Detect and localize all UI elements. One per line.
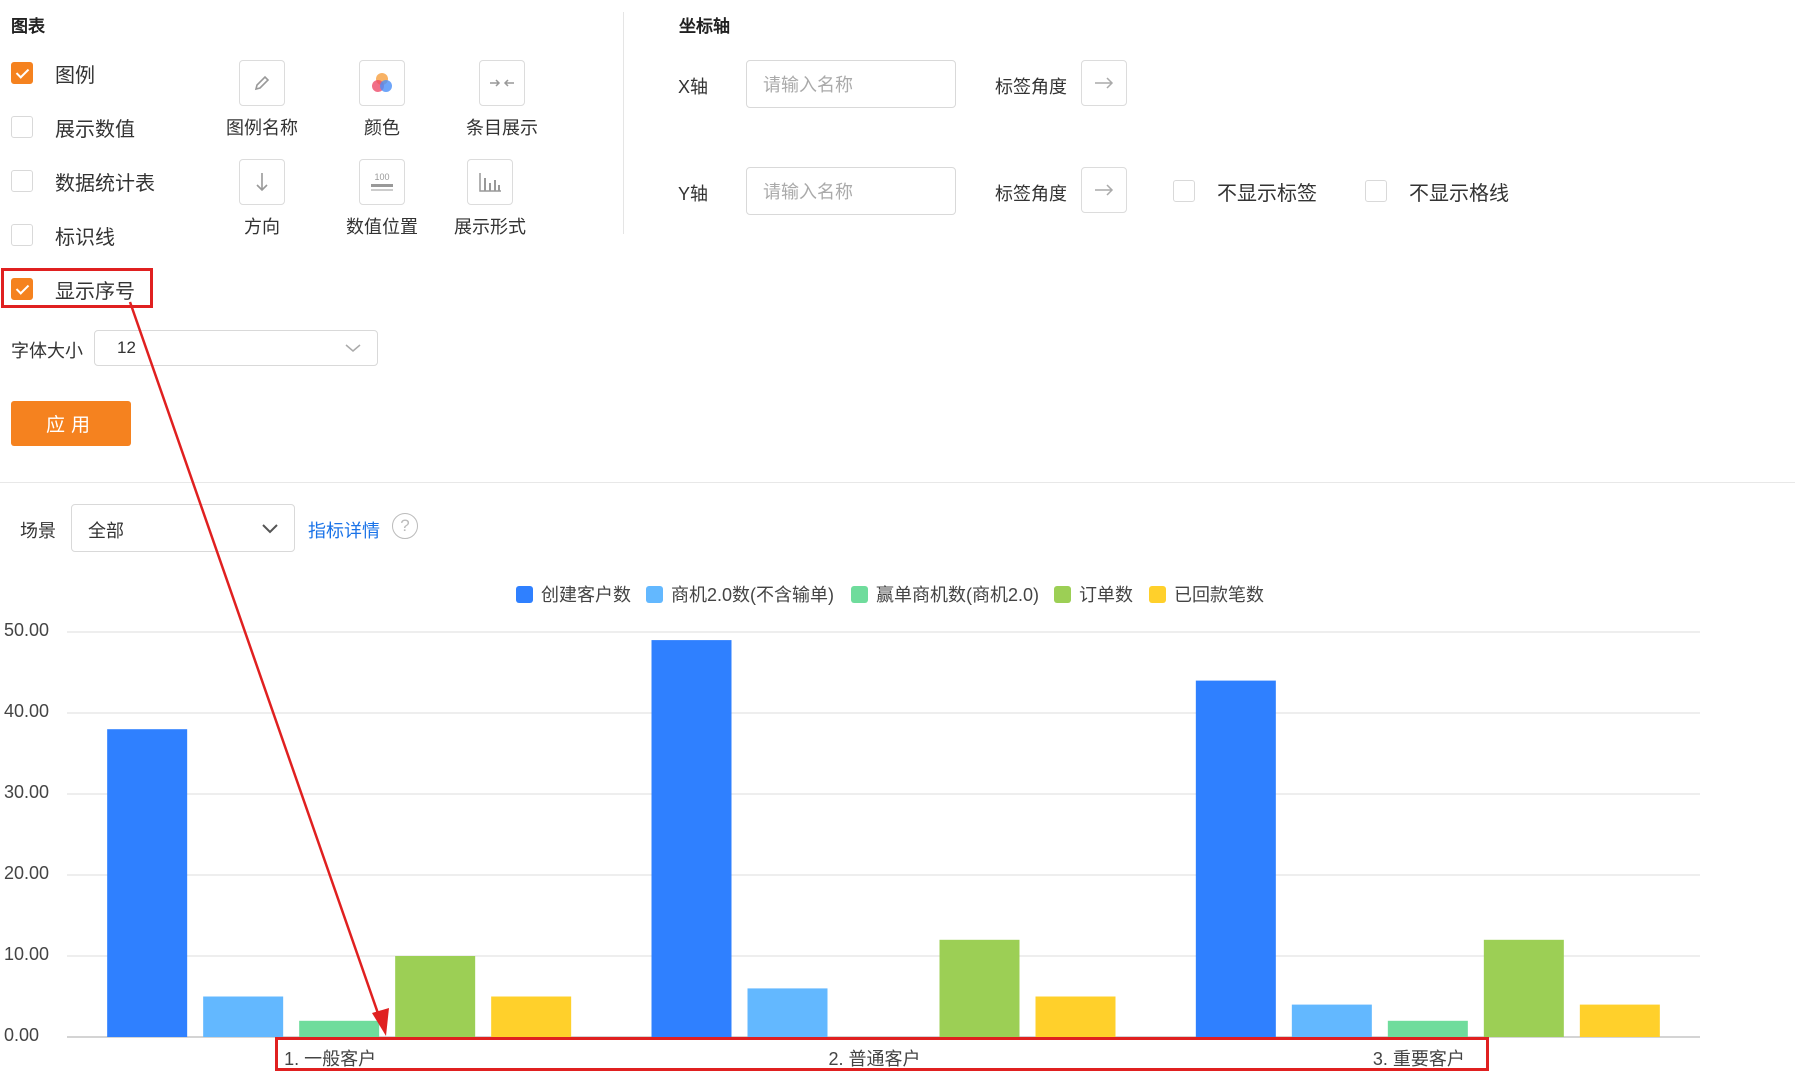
annotation-arrow bbox=[128, 301, 389, 1036]
